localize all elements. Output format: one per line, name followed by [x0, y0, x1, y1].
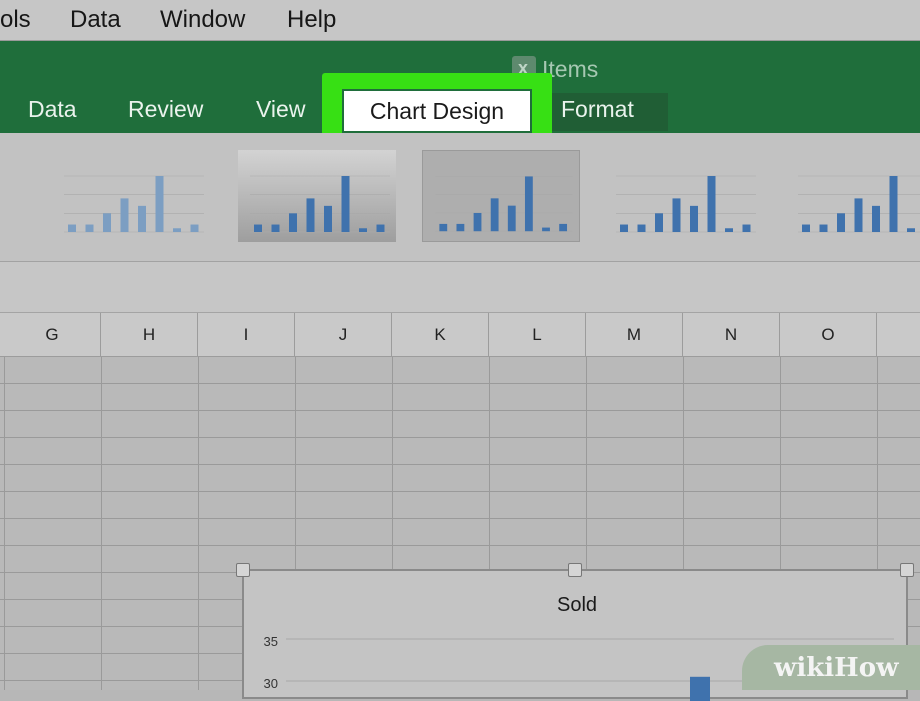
watermark-text-wiki: wiki	[774, 652, 835, 683]
thumb-bar	[725, 228, 733, 232]
thumb-bar	[173, 228, 181, 232]
thumb-bar	[542, 227, 550, 232]
chart-style-4[interactable]	[604, 150, 762, 242]
chart-style-preview	[64, 175, 204, 233]
thumb-bar	[872, 205, 880, 232]
thumb-bar	[103, 213, 111, 232]
thumb-bar	[439, 223, 448, 232]
thumb-bar	[854, 198, 863, 232]
grid-line	[198, 357, 199, 690]
chart-style-preview	[250, 175, 390, 233]
y-tick-label: 35	[264, 634, 278, 649]
thumb-bar	[456, 223, 465, 232]
menu-item-data[interactable]: Data	[70, 6, 121, 34]
thumb-bar	[324, 205, 332, 232]
thumb-bar	[306, 198, 315, 232]
menu-item-help[interactable]: Help	[287, 6, 336, 34]
thumb-bar	[490, 198, 499, 232]
wikihow-watermark: wiki How	[742, 645, 920, 690]
thumb-bar	[672, 198, 681, 232]
thumb-bar	[742, 224, 751, 232]
thumb-bar	[637, 224, 646, 232]
chart-title: Sold	[557, 594, 597, 616]
menu-item-window[interactable]: Window	[160, 6, 245, 34]
thumb-bar	[559, 223, 568, 232]
chart-style-3[interactable]	[422, 150, 580, 242]
column-header-row: G H I J K L M N O	[0, 313, 920, 357]
thumb-bar	[837, 213, 845, 232]
column-header-i[interactable]: I	[198, 313, 295, 356]
y-tick-label: 30	[264, 676, 278, 691]
column-header-k[interactable]: K	[392, 313, 489, 356]
column-header-g[interactable]: G	[4, 313, 101, 356]
thumb-bar	[707, 176, 716, 232]
menu-item-tools[interactable]: ols	[0, 6, 31, 34]
column-header-n[interactable]: N	[683, 313, 780, 356]
resize-handle-top-right[interactable]	[900, 563, 914, 577]
thumb-bar	[819, 224, 828, 232]
thumb-bar	[524, 176, 533, 232]
thumb-bar	[655, 213, 663, 232]
thumb-bar	[271, 224, 280, 232]
tab-format[interactable]: Format	[561, 96, 634, 123]
thumb-bar	[620, 224, 628, 232]
thumb-bar	[690, 205, 698, 232]
thumb-bar	[907, 228, 915, 232]
chart-style-5[interactable]	[786, 150, 920, 242]
column-header-h[interactable]: H	[101, 313, 198, 356]
grid-line	[4, 357, 5, 690]
thumb-bar	[289, 213, 297, 232]
thumb-bar	[473, 212, 482, 232]
tab-view[interactable]: View	[256, 96, 305, 123]
thumb-bar	[889, 176, 898, 232]
chart-style-2[interactable]	[238, 150, 396, 242]
thumb-bar	[138, 205, 146, 232]
formula-bar[interactable]	[0, 262, 920, 313]
thumb-bar	[802, 224, 810, 232]
thumb-bar	[376, 224, 385, 232]
thumb-bar	[155, 176, 164, 232]
thumb-bar	[68, 224, 76, 232]
resize-handle-top-left[interactable]	[236, 563, 250, 577]
chart-style-preview	[798, 175, 920, 233]
thumb-bar	[359, 228, 367, 232]
menu-bar: ols Data Window Help	[0, 0, 920, 41]
thumb-bar	[341, 176, 350, 232]
chart-style-preview	[616, 175, 756, 233]
grid-line	[101, 357, 102, 690]
column-header-j[interactable]: J	[295, 313, 392, 356]
column-header-o[interactable]: O	[780, 313, 877, 356]
chart-style-1[interactable]	[52, 150, 210, 242]
tab-review[interactable]: Review	[128, 96, 203, 123]
column-header-l[interactable]: L	[489, 313, 586, 356]
thumb-bar	[254, 224, 262, 232]
thumb-bar	[507, 205, 516, 232]
tab-data[interactable]: Data	[28, 96, 77, 123]
resize-handle-top-middle[interactable]	[568, 563, 582, 577]
chart-style-preview	[435, 176, 573, 232]
tab-chart-design[interactable]: Chart Design	[342, 89, 532, 133]
column-header-m[interactable]: M	[586, 313, 683, 356]
thumb-bar	[120, 198, 129, 232]
watermark-text-how: How	[834, 652, 899, 683]
thumb-bar	[85, 224, 94, 232]
chart-bar[interactable]	[690, 676, 710, 701]
thumb-bar	[190, 224, 199, 232]
